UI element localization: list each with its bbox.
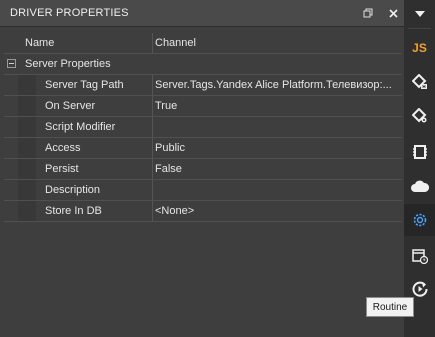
property-value[interactable]: Public	[155, 142, 399, 154]
channel-value[interactable]: Channel	[155, 37, 399, 49]
grid-header-row: Name Channel	[4, 33, 402, 54]
property-row[interactable]: On Server True	[4, 96, 402, 117]
property-name: Store In DB	[45, 205, 102, 217]
property-name: Description	[45, 184, 101, 196]
panel-titlebar: DRIVER PROPERTIES	[0, 0, 404, 27]
panel-title: DRIVER PROPERTIES	[10, 7, 129, 19]
property-row[interactable]: Server Tag Path Server.Tags.Yandex Alice…	[4, 75, 402, 96]
property-row[interactable]: Persist False	[4, 159, 402, 180]
tag-remove-icon[interactable]	[404, 66, 435, 98]
cloud-icon[interactable]	[404, 170, 435, 202]
property-value[interactable]: False	[155, 163, 399, 175]
collapse-icon[interactable]	[7, 59, 16, 68]
category-label: Server Properties	[25, 58, 111, 70]
chip-icon[interactable]	[404, 136, 435, 168]
right-toolbar: JS	[404, 0, 435, 337]
property-name: Access	[45, 142, 81, 154]
property-value[interactable]: Server.Tags.Yandex Alice Platform.Телеви…	[155, 79, 399, 91]
float-panel-icon[interactable]	[361, 6, 375, 20]
property-value[interactable]: <None>	[155, 205, 399, 217]
property-row[interactable]: Access Public	[4, 138, 402, 159]
name-column-header: Name	[25, 37, 55, 49]
property-name: Server Tag Path	[45, 79, 124, 91]
property-row[interactable]: Script Modifier	[4, 117, 402, 138]
tag-settings-icon[interactable]	[404, 100, 435, 132]
property-name: Persist	[45, 163, 79, 175]
routine-tooltip: Routine	[366, 297, 414, 317]
javascript-icon[interactable]: JS	[404, 32, 435, 64]
driver-properties-panel: DRIVER PROPERTIES Name Channel Server Pr…	[0, 0, 404, 337]
property-name: Script Modifier	[45, 121, 116, 133]
category-row[interactable]: Server Properties	[4, 54, 402, 75]
property-row[interactable]: Description	[4, 180, 402, 201]
close-icon[interactable]	[386, 6, 400, 20]
calendar-clock-icon[interactable]	[404, 240, 435, 272]
dropdown-arrow-icon[interactable]	[404, 4, 435, 24]
settings-gear-icon[interactable]	[404, 204, 435, 236]
property-value[interactable]: True	[155, 100, 399, 112]
property-row[interactable]: Store In DB <None>	[4, 201, 402, 222]
property-name: On Server	[45, 100, 96, 112]
property-grid: Name Channel Server Properties Server Ta…	[4, 33, 402, 222]
